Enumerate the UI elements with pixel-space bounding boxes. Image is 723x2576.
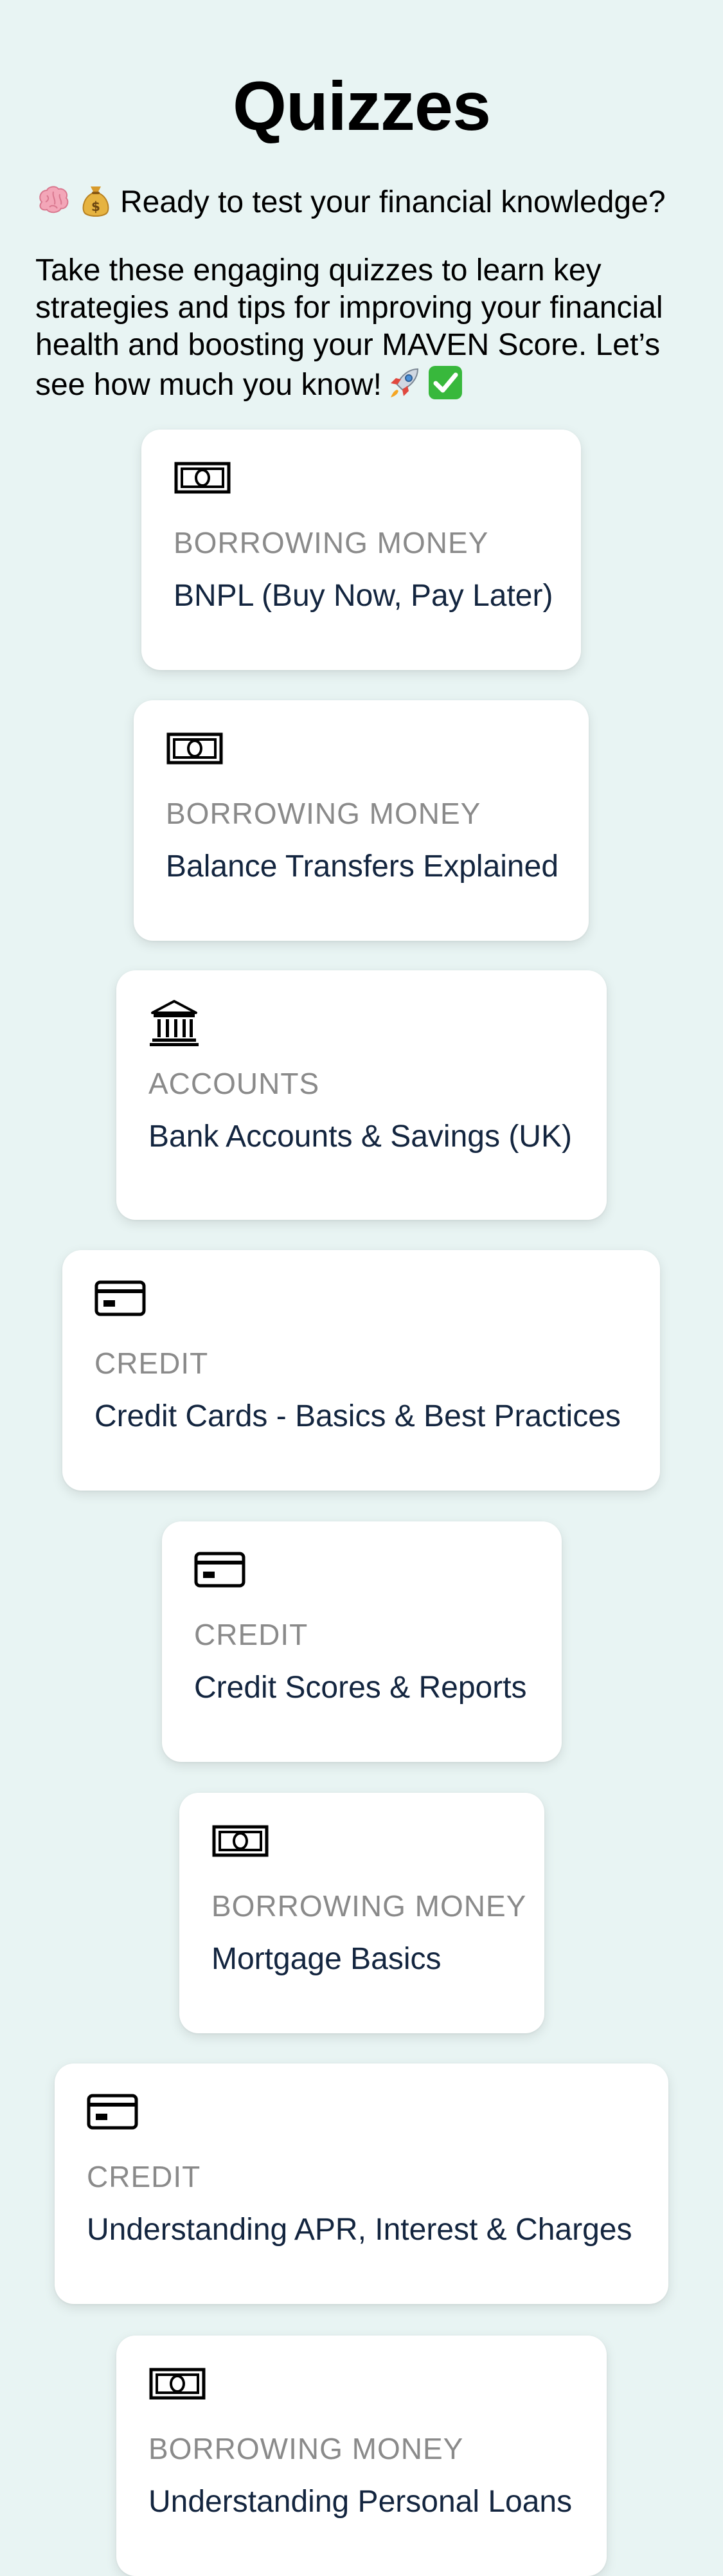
quiz-card[interactable]: BORROWING MONEY BNPL (Buy Now, Pay Later… xyxy=(141,430,581,670)
banknote-icon xyxy=(148,2364,575,2415)
quiz-card[interactable]: BORROWING MONEY Balance Transfers Explai… xyxy=(134,700,589,941)
banknote-icon xyxy=(166,729,557,780)
brain-emoji-icon xyxy=(35,183,71,219)
quiz-title: Credit Cards - Basics & Best Practices xyxy=(94,1399,621,1433)
intro-text: Take these engaging quizzes to learn key… xyxy=(35,253,663,402)
quiz-card[interactable]: CREDIT Understanding APR, Interest & Cha… xyxy=(55,2064,668,2304)
quiz-category: CREDIT xyxy=(87,2160,201,2193)
quiz-category: BORROWING MONEY xyxy=(211,1889,527,1923)
credit-card-icon xyxy=(87,2092,636,2143)
bank-icon xyxy=(148,999,575,1050)
quiz-card[interactable]: BORROWING MONEY Understanding Personal L… xyxy=(116,2336,607,2576)
quiz-card[interactable]: CREDIT Credit Scores & Reports xyxy=(162,1521,562,1762)
tagline: $ Ready to test your financial knowledge… xyxy=(35,183,704,222)
credit-card-icon xyxy=(194,1550,530,1601)
quiz-category: BORROWING MONEY xyxy=(174,526,489,559)
page-title: Quizzes xyxy=(232,67,491,145)
quiz-title: Balance Transfers Explained xyxy=(166,849,559,884)
quiz-card[interactable]: ACCOUNTS Bank Accounts & Savings (UK) xyxy=(116,970,607,1220)
quiz-title: Bank Accounts & Savings (UK) xyxy=(148,1120,572,1154)
banknote-icon xyxy=(211,1821,512,1873)
quiz-category: ACCOUNTS xyxy=(148,1067,320,1100)
quiz-title: Mortgage Basics xyxy=(211,1942,442,1976)
banknote-icon xyxy=(174,458,549,509)
quiz-title: Understanding APR, Interest & Charges xyxy=(87,2213,632,2247)
rocket-emoji-icon xyxy=(386,364,423,401)
credit-card-icon xyxy=(94,1278,628,1330)
money-bag-emoji-icon: $ xyxy=(78,183,114,219)
quiz-category: CREDIT xyxy=(94,1347,209,1380)
quiz-card[interactable]: CREDIT Credit Cards - Basics & Best Prac… xyxy=(62,1250,660,1491)
quiz-title: Credit Scores & Reports xyxy=(194,1671,527,1705)
check-mark-emoji-icon xyxy=(427,364,464,401)
quiz-card[interactable]: BORROWING MONEY Mortgage Basics xyxy=(179,1793,544,2033)
quiz-category: BORROWING MONEY xyxy=(148,2432,464,2465)
quiz-title: Understanding Personal Loans xyxy=(148,2485,573,2519)
quiz-title: BNPL (Buy Now, Pay Later) xyxy=(174,579,553,613)
quiz-category: BORROWING MONEY xyxy=(166,797,481,830)
svg-text:$: $ xyxy=(91,199,100,214)
quiz-category: CREDIT xyxy=(194,1618,308,1651)
intro-paragraph: Take these engaging quizzes to learn key… xyxy=(35,252,697,404)
tagline-text: Ready to test your financial knowledge? xyxy=(120,185,666,219)
